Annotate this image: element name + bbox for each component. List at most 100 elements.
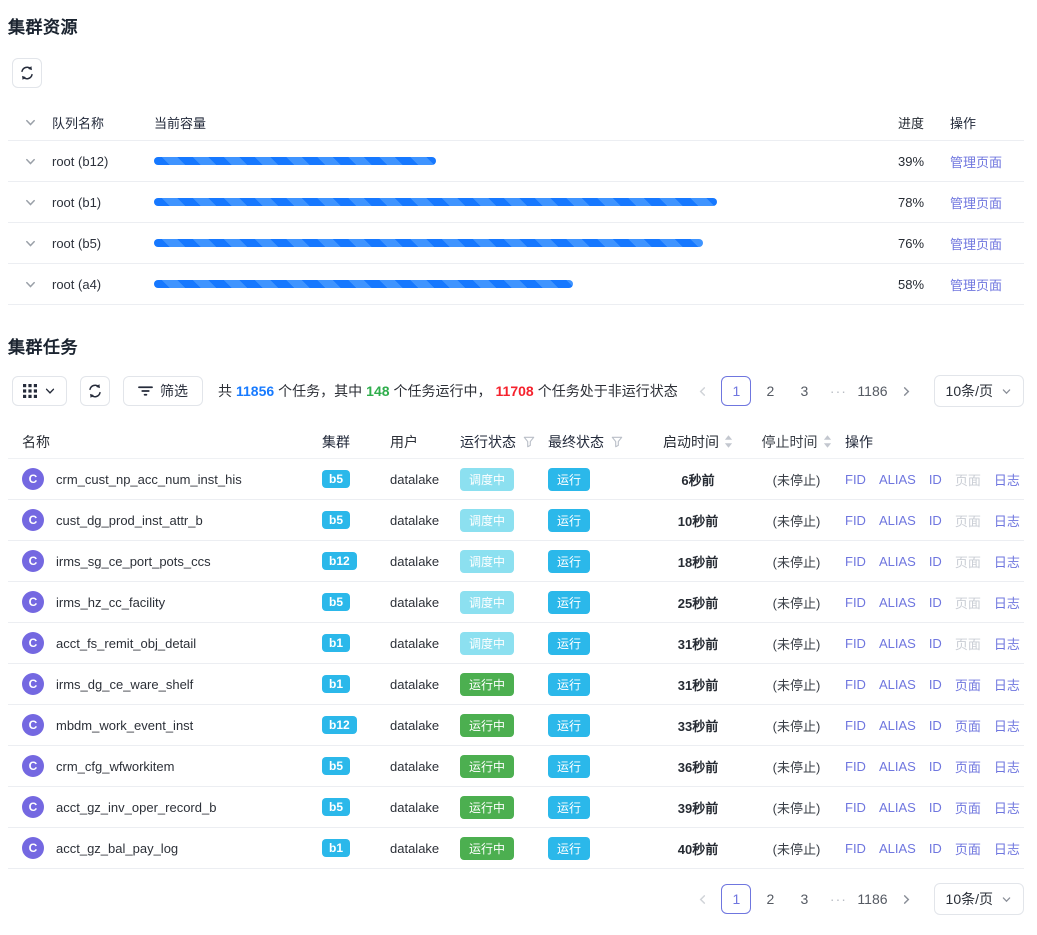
op-alias-link[interactable]: ALIAS — [879, 718, 916, 733]
manage-page-link[interactable]: 管理页面 — [950, 155, 1002, 170]
op-alias-link[interactable]: ALIAS — [879, 595, 916, 610]
filter-button[interactable]: 筛选 — [123, 376, 203, 406]
op-alias-link[interactable]: ALIAS — [879, 677, 916, 692]
op-page-link[interactable]: 页面 — [955, 798, 981, 817]
op-id-link[interactable]: ID — [929, 677, 942, 692]
avatar: C — [22, 591, 44, 613]
page-button-2[interactable]: 2 — [755, 376, 785, 406]
page-button-1[interactable]: 1 — [721, 376, 751, 406]
op-page-link[interactable]: 页面 — [955, 757, 981, 776]
op-log-link[interactable]: 日志 — [994, 675, 1020, 694]
op-log-link[interactable]: 日志 — [994, 839, 1020, 858]
queue-row: root (b1) 78% 管理页面 — [8, 182, 1024, 223]
avatar: C — [22, 796, 44, 818]
page-size-select[interactable]: 10条/页 — [934, 375, 1024, 407]
start-time: 36秒前 — [648, 757, 748, 776]
prev-page-button[interactable] — [687, 884, 717, 914]
op-fid-link[interactable]: FID — [845, 718, 866, 733]
op-id-link[interactable]: ID — [929, 554, 942, 569]
task-user: datalake — [390, 800, 460, 815]
chevron-down-icon[interactable] — [24, 278, 42, 291]
prev-page-button[interactable] — [687, 376, 717, 406]
chevron-down-icon[interactable] — [24, 237, 42, 250]
page-size-select[interactable]: 10条/页 — [934, 883, 1024, 915]
tasks-toolbar: 筛选 共11856个任务，其中148个任务运行中，11708个任务处于非运行状态… — [8, 375, 1024, 407]
op-alias-link[interactable]: ALIAS — [879, 800, 916, 815]
page-button-2[interactable]: 2 — [755, 884, 785, 914]
op-alias-link[interactable]: ALIAS — [879, 554, 916, 569]
column-settings-button[interactable] — [12, 376, 67, 406]
capacity-progress-bar — [154, 157, 876, 165]
chevron-down-icon[interactable] — [24, 196, 42, 209]
page-button-last[interactable]: 1186 — [857, 376, 887, 406]
op-page-link[interactable]: 页面 — [955, 675, 981, 694]
op-page-link[interactable]: 页面 — [955, 470, 981, 489]
stop-time: (未停止) — [748, 634, 845, 653]
cluster-resources-title: 集群资源 — [8, 0, 1024, 38]
page-button-3[interactable]: 3 — [789, 376, 819, 406]
sort-icon[interactable] — [823, 435, 832, 448]
pagination-bottom: 1 2 3 ··· 1186 10条/页 — [687, 883, 1024, 915]
next-page-button[interactable] — [892, 376, 922, 406]
op-id-link[interactable]: ID — [929, 472, 942, 487]
op-fid-link[interactable]: FID — [845, 595, 866, 610]
op-log-link[interactable]: 日志 — [994, 757, 1020, 776]
op-page-link[interactable]: 页面 — [955, 716, 981, 735]
chevron-down-icon[interactable] — [24, 116, 42, 129]
op-log-link[interactable]: 日志 — [994, 470, 1020, 489]
op-page-link[interactable]: 页面 — [955, 593, 981, 612]
chevron-down-icon[interactable] — [24, 155, 42, 168]
page-button-3[interactable]: 3 — [789, 884, 819, 914]
capacity-progress-bar — [154, 198, 876, 206]
op-page-link[interactable]: 页面 — [955, 634, 981, 653]
op-id-link[interactable]: ID — [929, 636, 942, 651]
op-log-link[interactable]: 日志 — [994, 511, 1020, 530]
progress-percent: 58% — [898, 277, 938, 292]
refresh-tasks-button[interactable] — [80, 376, 110, 406]
op-log-link[interactable]: 日志 — [994, 716, 1020, 735]
op-log-link[interactable]: 日志 — [994, 634, 1020, 653]
op-fid-link[interactable]: FID — [845, 800, 866, 815]
op-alias-link[interactable]: ALIAS — [879, 513, 916, 528]
op-fid-link[interactable]: FID — [845, 677, 866, 692]
op-fid-link[interactable]: FID — [845, 841, 866, 856]
refresh-resources-button[interactable] — [12, 58, 42, 88]
op-alias-link[interactable]: ALIAS — [879, 759, 916, 774]
op-fid-link[interactable]: FID — [845, 759, 866, 774]
op-alias-link[interactable]: ALIAS — [879, 636, 916, 651]
op-alias-link[interactable]: ALIAS — [879, 472, 916, 487]
op-page-link[interactable]: 页面 — [955, 552, 981, 571]
op-id-link[interactable]: ID — [929, 759, 942, 774]
manage-page-link[interactable]: 管理页面 — [950, 278, 1002, 293]
op-log-link[interactable]: 日志 — [994, 798, 1020, 817]
page-button-last[interactable]: 1186 — [857, 884, 887, 914]
run-status-badge: 调度中 — [460, 550, 514, 573]
op-log-link[interactable]: 日志 — [994, 552, 1020, 571]
op-page-link[interactable]: 页面 — [955, 511, 981, 530]
manage-page-link[interactable]: 管理页面 — [950, 196, 1002, 211]
manage-page-link[interactable]: 管理页面 — [950, 237, 1002, 252]
op-page-link[interactable]: 页面 — [955, 839, 981, 858]
op-alias-link[interactable]: ALIAS — [879, 841, 916, 856]
final-status-badge: 运行 — [548, 591, 590, 614]
queue-name-header: 队列名称 — [52, 113, 154, 132]
op-fid-link[interactable]: FID — [845, 554, 866, 569]
op-fid-link[interactable]: FID — [845, 472, 866, 487]
final-status-badge: 运行 — [548, 837, 590, 860]
funnel-filter-icon[interactable] — [611, 436, 623, 448]
op-id-link[interactable]: ID — [929, 841, 942, 856]
op-fid-link[interactable]: FID — [845, 513, 866, 528]
op-id-link[interactable]: ID — [929, 595, 942, 610]
op-id-link[interactable]: ID — [929, 513, 942, 528]
op-fid-link[interactable]: FID — [845, 636, 866, 651]
task-user: datalake — [390, 759, 460, 774]
next-page-button[interactable] — [892, 884, 922, 914]
op-id-link[interactable]: ID — [929, 718, 942, 733]
sort-icon[interactable] — [724, 435, 733, 448]
funnel-filter-icon[interactable] — [523, 436, 535, 448]
final-status-badge: 运行 — [548, 673, 590, 696]
op-log-link[interactable]: 日志 — [994, 593, 1020, 612]
task-name: crm_cfg_wfworkitem — [56, 759, 322, 774]
page-button-1[interactable]: 1 — [721, 884, 751, 914]
op-id-link[interactable]: ID — [929, 800, 942, 815]
